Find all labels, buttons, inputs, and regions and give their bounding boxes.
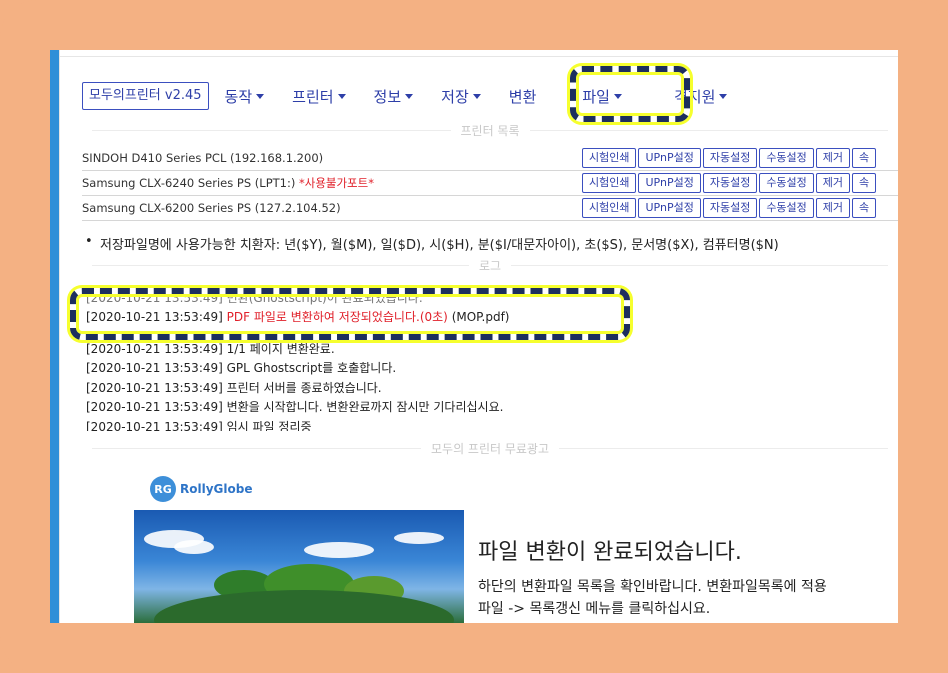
ad-message: 파일 변환이 완료되었습니다. 하단의 변환파일 목록을 확인바랍니다. 변환파… — [478, 534, 827, 620]
menu-label: 프린터 — [292, 87, 334, 106]
auto-settings-button[interactable]: 자동설정 — [702, 148, 758, 168]
table-row: SINDOH D410 Series PCL (192.168.1.200) 시… — [82, 146, 898, 171]
ad-image[interactable] — [134, 510, 464, 623]
menu-info[interactable]: 정보 — [374, 86, 414, 107]
printer-name: SINDOH D410 Series PCL (192.168.1.200) — [82, 151, 582, 165]
menu-convert[interactable]: 변환 — [509, 86, 537, 107]
printer-name-text: SINDOH D410 Series PCL (192.168.1.200) — [82, 151, 324, 165]
log-text: 임시 파일 정리중 — [222, 419, 312, 432]
menu-action[interactable]: 동작 — [225, 86, 265, 107]
menu-label: 동작 — [224, 87, 253, 106]
test-print-button[interactable]: 시험인쇄 — [582, 198, 637, 218]
port-warning: *사용불가포트* — [298, 176, 374, 190]
menu-save[interactable]: 저장 — [441, 86, 481, 107]
printer-list-title: 프린터 목록 — [82, 122, 898, 138]
manual-settings-button[interactable]: 수동설정 — [759, 198, 814, 218]
upnp-settings-button[interactable]: UPnP설정 — [638, 173, 701, 193]
brand-button[interactable]: 모두의프린터 v2.45 — [82, 82, 209, 110]
printer-actions: 시험인쇄 UPnP설정 자동설정 수동설정 제거 속 — [582, 148, 878, 168]
log-title: 로그 — [82, 257, 898, 273]
highlight-file-menu — [570, 66, 690, 122]
table-row: Samsung CLX-6200 Series PS (127.2.104.52… — [82, 196, 898, 221]
auto-settings-button[interactable]: 자동설정 — [702, 198, 758, 218]
ad-desc-1: 하단의 변환파일 목록을 확인바랍니다. 변환파일목록에 적용 — [478, 579, 827, 595]
printer-actions: 시험인쇄 UPnP설정 자동설정 수동설정 제거 속 — [582, 198, 878, 218]
log-line: [2020-10-21 13:53:49] 프린터 서버를 종료하였습니다. — [86, 379, 706, 399]
left-accent-bar — [50, 50, 59, 623]
upnp-settings-button[interactable]: UPnP설정 — [638, 198, 701, 218]
log-text: 1/1 페이지 변환완료. — [222, 341, 335, 356]
log-text: 프린터 서버를 종료하였습니다. — [222, 380, 382, 395]
properties-button[interactable]: 속 — [852, 173, 877, 193]
test-print-button[interactable]: 시험인쇄 — [582, 173, 637, 193]
remove-button[interactable]: 제거 — [815, 198, 851, 218]
properties-button[interactable]: 속 — [852, 198, 877, 218]
printer-name-text: Samsung CLX-6240 Series PS (LPT1:) — [82, 176, 299, 190]
manual-settings-button[interactable]: 수동설정 — [759, 148, 814, 168]
ad-brand-name: RollyGlobe — [180, 482, 253, 496]
log-timestamp: [2020-10-21 13:53:49] — [86, 380, 223, 395]
log-line: [2020-10-21 13:53:49] 1/1 페이지 변환완료. — [86, 340, 706, 360]
menu-label: 저장 — [441, 87, 469, 106]
menu-label: 정보 — [373, 87, 402, 106]
printer-name: Samsung CLX-6200 Series PS (127.2.104.52… — [82, 201, 582, 215]
caret-down-icon — [337, 93, 346, 99]
menu-label: 변환 — [508, 87, 537, 106]
log-line: [2020-10-21 13:53:49] 임시 파일 정리중 — [86, 418, 706, 432]
log-text: GPL Ghostscript를 호출합니다. — [222, 361, 397, 375]
properties-button[interactable]: 속 — [852, 148, 877, 168]
manual-settings-button[interactable]: 수동설정 — [759, 173, 814, 193]
ad-title: 모두의 프린터 무료광고 — [82, 440, 898, 456]
caret-down-icon — [256, 93, 265, 99]
upnp-settings-button[interactable]: UPnP설정 — [638, 148, 701, 168]
printer-actions: 시험인쇄 UPnP설정 자동설정 수동설정 제거 속 — [582, 173, 878, 193]
caret-down-icon — [472, 93, 481, 99]
printer-name: Samsung CLX-6240 Series PS (LPT1:) *사용불가… — [82, 175, 582, 191]
auto-settings-button[interactable]: 자동설정 — [702, 173, 758, 193]
caret-down-icon — [719, 93, 728, 99]
ad-heading: 파일 변환이 완료되었습니다. — [478, 540, 742, 565]
menu-printer[interactable]: 프린터 — [292, 86, 346, 107]
divider — [60, 56, 898, 57]
log-timestamp: [2020-10-21 13:53:49] — [86, 341, 223, 356]
caret-down-icon — [405, 93, 414, 99]
ad-desc-2: 파일 -> 목록갱신 메뉴를 클릭하십시요. — [478, 601, 711, 617]
table-row: Samsung CLX-6240 Series PS (LPT1:) *사용불가… — [82, 171, 898, 196]
ad-logo[interactable]: RG RollyGlobe — [150, 476, 252, 502]
filename-hint: 저장파일명에 사용가능한 치환자: 년($Y), 월($M), 일($D), 시… — [85, 234, 779, 253]
globe-icon: RG — [150, 476, 176, 502]
log-timestamp: [2020-10-21 13:53:49] — [86, 361, 223, 375]
log-line: [2020-10-21 13:53:49] GPL Ghostscript를 호… — [86, 359, 706, 379]
log-text: 변환을 시작합니다. 변환완료까지 잠시만 기다리십시요. — [222, 400, 504, 414]
log-timestamp: [2020-10-21 13:53:49] — [86, 400, 223, 414]
remove-button[interactable]: 제거 — [815, 173, 851, 193]
printer-name-text: Samsung CLX-6200 Series PS (127.2.104.52… — [82, 201, 341, 215]
log-timestamp: [2020-10-21 13:53:49] — [86, 419, 223, 432]
printer-table: SINDOH D410 Series PCL (192.168.1.200) 시… — [82, 146, 898, 221]
log-line: [2020-10-21 13:53:49] 변환을 시작합니다. 변환완료까지 … — [86, 398, 706, 418]
test-print-button[interactable]: 시험인쇄 — [582, 148, 637, 168]
highlight-log-line — [70, 288, 630, 340]
remove-button[interactable]: 제거 — [815, 148, 851, 168]
